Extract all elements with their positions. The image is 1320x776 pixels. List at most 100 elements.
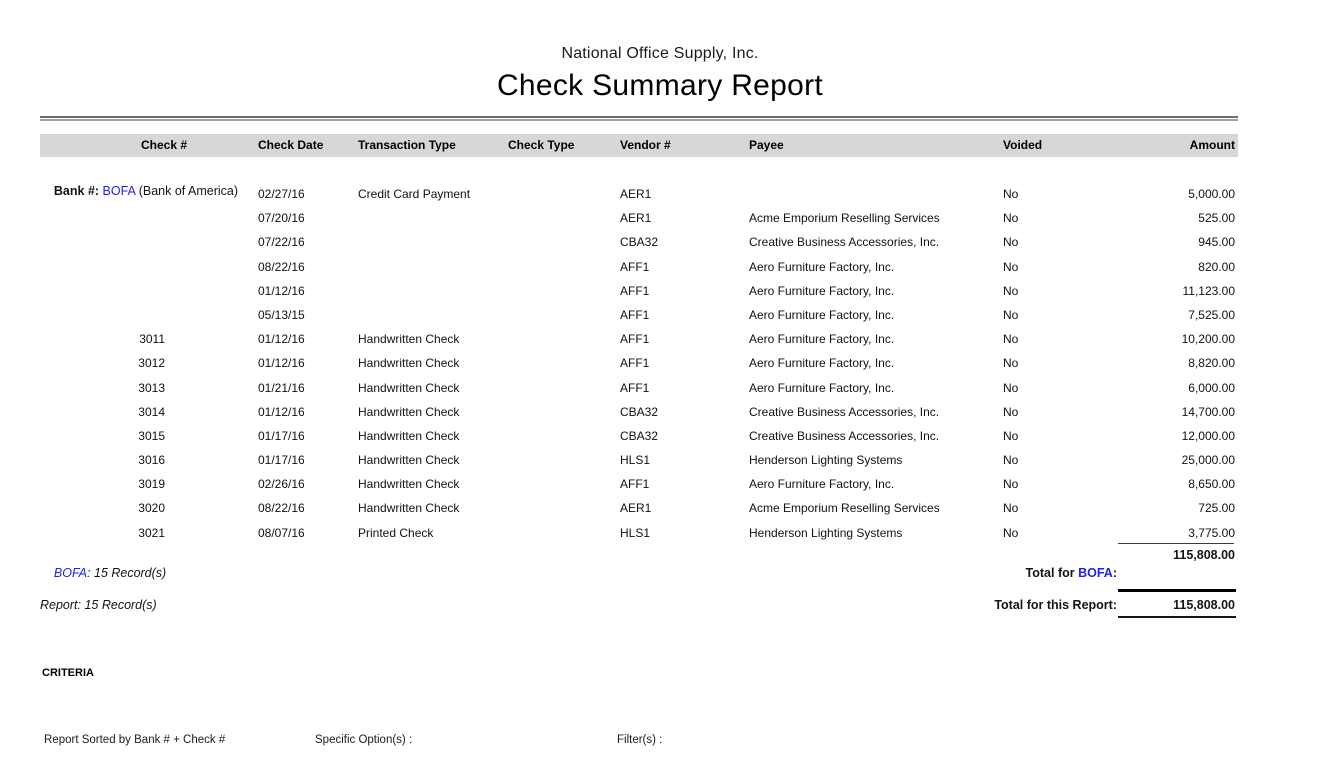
cell-check-number: 3020: [40, 496, 165, 520]
table-row: 08/22/16 AFF1 Aero Furniture Factory, In…: [40, 255, 1238, 279]
cell-vendor-number-link[interactable]: AFF1: [620, 351, 649, 375]
cell-vendor-number-link[interactable]: AFF1: [620, 303, 649, 327]
cell-check-date: 08/07/16: [258, 521, 305, 545]
title-divider-rule: [40, 116, 1238, 121]
bank-total-label-code[interactable]: BOFA: [1078, 566, 1113, 580]
report-title: Check Summary Report: [0, 69, 1320, 103]
table-row: 3015 01/17/16 Handwritten Check CBA32 Cr…: [40, 424, 1238, 448]
cell-vendor-number-link[interactable]: AER1: [620, 496, 651, 520]
cell-amount: 8,650.00: [1188, 472, 1235, 496]
cell-payee: Creative Business Accessories, Inc.: [749, 424, 939, 448]
cell-payee: Creative Business Accessories, Inc.: [749, 230, 939, 254]
cell-vendor-number-link[interactable]: CBA32: [620, 230, 658, 254]
column-header-check-type: Check Type: [508, 134, 574, 157]
cell-amount: 25,000.00: [1182, 448, 1235, 472]
cell-check-date: 01/12/16: [258, 279, 305, 303]
cell-vendor-number-link[interactable]: AFF1: [620, 255, 649, 279]
cell-check-number: 3013: [40, 376, 165, 400]
cell-vendor-number-link[interactable]: HLS1: [620, 521, 650, 545]
bank-record-count-text: : 15 Record(s): [87, 566, 166, 580]
cell-vendor-number-link[interactable]: AER1: [620, 206, 651, 230]
cell-check-date: 01/12/16: [258, 327, 305, 351]
cell-check-date: 01/17/16: [258, 424, 305, 448]
cell-vendor-number-link[interactable]: CBA32: [620, 400, 658, 424]
table-row: 01/12/16 AFF1 Aero Furniture Factory, In…: [40, 279, 1238, 303]
cell-transaction-type-link[interactable]: Handwritten Check: [358, 448, 459, 472]
report-total-label: Total for this Report:: [994, 596, 1117, 614]
cell-check-date: 08/22/16: [258, 255, 305, 279]
cell-transaction-type-link[interactable]: Credit Card Payment: [358, 182, 470, 206]
cell-vendor-number-link[interactable]: AFF1: [620, 279, 649, 303]
criteria-options-column: Specific Option(s) : 1.) All Payment Typ…: [315, 703, 546, 776]
cell-voided: No: [1003, 255, 1018, 279]
cell-voided: No: [1003, 400, 1018, 424]
cell-check-number: 3012: [40, 351, 165, 375]
report-total-rule-bottom: [1118, 616, 1236, 618]
cell-payee: Creative Business Accessories, Inc.: [749, 400, 939, 424]
cell-vendor-number-link[interactable]: AER1: [620, 182, 651, 206]
cell-check-date: 07/20/16: [258, 206, 305, 230]
cell-transaction-type-link[interactable]: Handwritten Check: [358, 400, 459, 424]
cell-transaction-type-link[interactable]: Handwritten Check: [358, 376, 459, 400]
cell-check-number: 3015: [40, 424, 165, 448]
cell-voided: No: [1003, 521, 1018, 545]
cell-transaction-type-link[interactable]: Handwritten Check: [358, 351, 459, 375]
cell-payee: Aero Furniture Factory, Inc.: [749, 472, 894, 496]
table-header-bar: Check # Check Date Transaction Type Chec…: [40, 134, 1238, 157]
cell-voided: No: [1003, 448, 1018, 472]
check-summary-report-page: National Office Supply, Inc. Check Summa…: [0, 0, 1320, 776]
cell-voided: No: [1003, 230, 1018, 254]
cell-check-number: 3016: [40, 448, 165, 472]
cell-check-date: 01/12/16: [258, 351, 305, 375]
criteria-sort-column: Report Sorted by Bank # + Check #: [44, 703, 225, 776]
cell-check-date: 01/21/16: [258, 376, 305, 400]
cell-payee: Aero Furniture Factory, Inc.: [749, 327, 894, 351]
table-row: 02/27/16 Credit Card Payment AER1 No 5,0…: [40, 182, 1238, 206]
column-header-transaction-type: Transaction Type: [358, 134, 456, 157]
table-row: 3019 02/26/16 Handwritten Check AFF1 Aer…: [40, 472, 1238, 496]
cell-transaction-type-link[interactable]: Handwritten Check: [358, 424, 459, 448]
bank-total-amount: 115,808.00: [1173, 546, 1235, 564]
cell-vendor-number-link[interactable]: HLS1: [620, 448, 650, 472]
table-row: 07/20/16 AER1 Acme Emporium Reselling Se…: [40, 206, 1238, 230]
cell-amount: 525.00: [1198, 206, 1235, 230]
cell-amount: 725.00: [1198, 496, 1235, 520]
cell-vendor-number-link[interactable]: AFF1: [620, 376, 649, 400]
cell-check-date: 07/22/16: [258, 230, 305, 254]
bank-total-label-suffix: :: [1113, 566, 1117, 580]
column-header-check-number: Check #: [40, 134, 187, 157]
table-row: 3011 01/12/16 Handwritten Check AFF1 Aer…: [40, 327, 1238, 351]
cell-amount: 8,820.00: [1188, 351, 1235, 375]
table-row: 07/22/16 CBA32 Creative Business Accesso…: [40, 230, 1238, 254]
column-header-payee: Payee: [749, 134, 784, 157]
table-row: 3012 01/12/16 Handwritten Check AFF1 Aer…: [40, 351, 1238, 375]
criteria-filters-column: Filter(s) : Vw_rpt_APCheckReports.BankCo…: [617, 703, 890, 776]
cell-check-date: 02/27/16: [258, 182, 305, 206]
cell-payee: Aero Furniture Factory, Inc.: [749, 303, 894, 327]
cell-check-number: 3014: [40, 400, 165, 424]
cell-amount: 7,525.00: [1188, 303, 1235, 327]
cell-voided: No: [1003, 496, 1018, 520]
cell-payee: Henderson Lighting Systems: [749, 448, 902, 472]
cell-check-number: 3021: [40, 521, 165, 545]
cell-transaction-type-link[interactable]: Printed Check: [358, 521, 433, 545]
company-name: National Office Supply, Inc.: [0, 45, 1320, 63]
cell-vendor-number-link[interactable]: AFF1: [620, 327, 649, 351]
cell-amount: 11,123.00: [1183, 279, 1236, 303]
bank-subtotal-rule: [1118, 543, 1234, 544]
cell-amount: 3,775.00: [1188, 521, 1235, 545]
cell-transaction-type-link[interactable]: Handwritten Check: [358, 327, 459, 351]
bank-total-label-prefix: Total for: [1026, 566, 1079, 580]
cell-check-date: 01/17/16: [258, 448, 305, 472]
cell-transaction-type-link[interactable]: Handwritten Check: [358, 472, 459, 496]
cell-vendor-number-link[interactable]: CBA32: [620, 424, 658, 448]
cell-voided: No: [1003, 182, 1018, 206]
cell-voided: No: [1003, 424, 1018, 448]
cell-vendor-number-link[interactable]: AFF1: [620, 472, 649, 496]
criteria-sort-text: Report Sorted by Bank # + Check #: [44, 733, 225, 748]
cell-voided: No: [1003, 351, 1018, 375]
cell-payee: Henderson Lighting Systems: [749, 521, 902, 545]
table-rows: 02/27/16 Credit Card Payment AER1 No 5,0…: [40, 182, 1238, 545]
bank-record-count-code[interactable]: BOFA: [54, 566, 87, 580]
cell-transaction-type-link[interactable]: Handwritten Check: [358, 496, 459, 520]
